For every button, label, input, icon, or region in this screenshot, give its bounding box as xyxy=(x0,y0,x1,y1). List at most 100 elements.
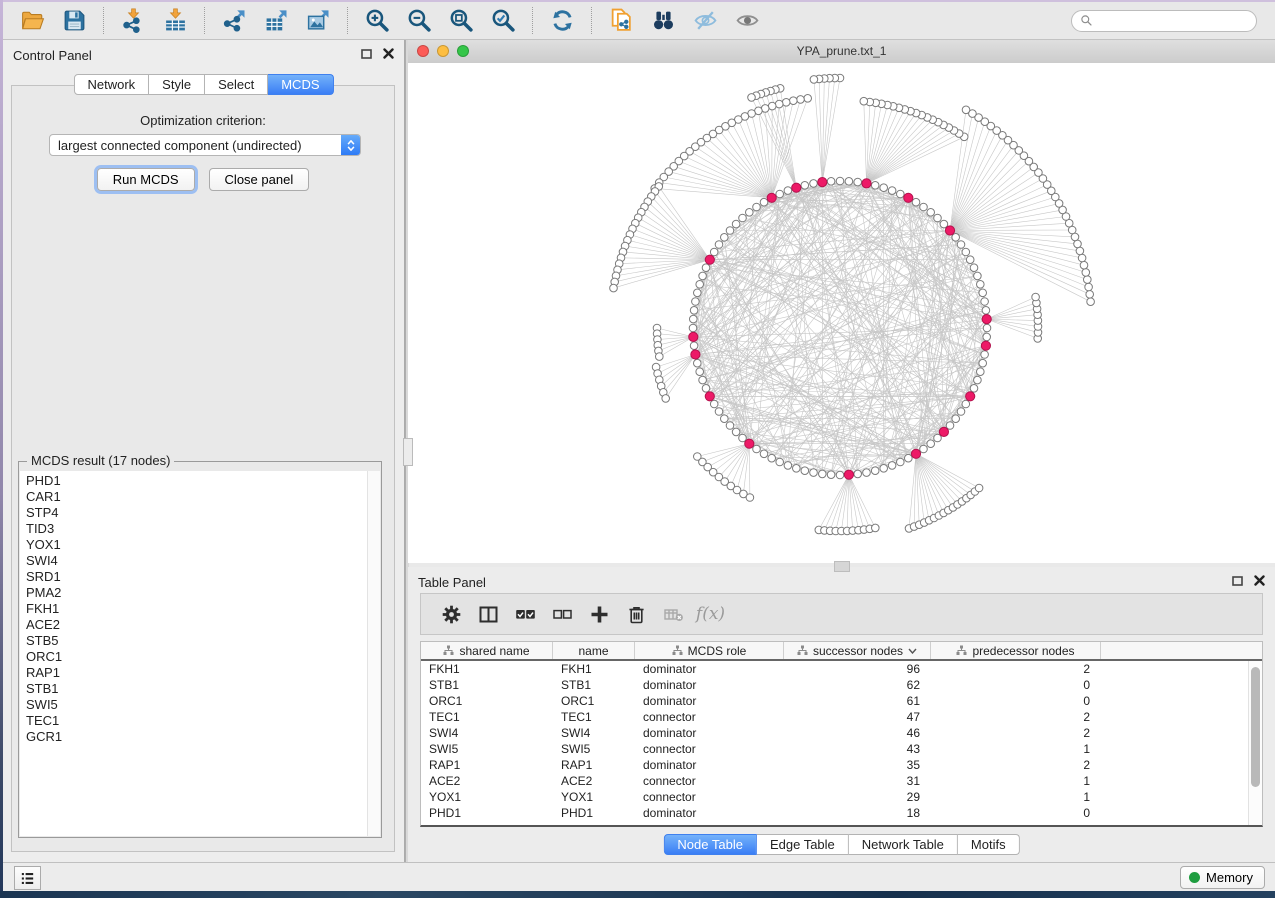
table-cell: 46 xyxy=(784,726,931,740)
select-all-columns-button[interactable] xyxy=(507,598,544,630)
result-node-item[interactable]: SRD1 xyxy=(20,569,368,585)
memory-button[interactable]: Memory xyxy=(1180,866,1265,889)
result-node-item[interactable]: YOX1 xyxy=(20,537,368,553)
result-node-item[interactable]: GCR1 xyxy=(20,729,368,745)
table-cell: 18 xyxy=(784,806,931,820)
column-header-successor-nodes[interactable]: successor nodes xyxy=(784,642,931,659)
column-layout-button[interactable] xyxy=(470,598,507,630)
optimization-criterion-select[interactable]: largest connected component (undirected) xyxy=(49,134,361,156)
table-scrollbar[interactable] xyxy=(1248,661,1262,825)
result-node-item[interactable]: CAR1 xyxy=(20,489,368,505)
table-cell: TEC1 xyxy=(421,710,553,724)
selected-criterion: largest connected component (undirected) xyxy=(50,138,341,153)
import-network-button[interactable] xyxy=(118,6,148,36)
search-box[interactable] xyxy=(1071,10,1257,32)
table-settings-button[interactable] xyxy=(433,598,470,630)
show-graphics-details-button[interactable] xyxy=(732,6,762,36)
list-icon xyxy=(19,870,36,887)
result-node-item[interactable]: SWI5 xyxy=(20,697,368,713)
show-panels-menu-button[interactable] xyxy=(14,866,41,890)
close-panel-action-button[interactable]: Close panel xyxy=(209,168,310,191)
deselect-all-columns-button[interactable] xyxy=(544,598,581,630)
mcds-result-list: PHD1CAR1STP4TID3YOX1SWI4SRD1PMA2FKH1ACE2… xyxy=(20,471,368,836)
column-header-predecessor-nodes[interactable]: predecessor nodes xyxy=(931,642,1101,659)
result-node-item[interactable]: SWI4 xyxy=(20,553,368,569)
table-row[interactable]: ORC1ORC1dominator610 xyxy=(421,693,1249,709)
table-row[interactable]: TEC1TEC1connector472 xyxy=(421,709,1249,725)
import-table-button[interactable] xyxy=(160,6,190,36)
result-node-item[interactable]: FKH1 xyxy=(20,601,368,617)
table-row[interactable]: RAP1RAP1dominator352 xyxy=(421,757,1249,773)
result-node-item[interactable]: PMA2 xyxy=(20,585,368,601)
result-node-item[interactable]: STB1 xyxy=(20,681,368,697)
result-node-item[interactable]: TEC1 xyxy=(20,713,368,729)
table-cell: dominator xyxy=(635,662,784,676)
zoom-in-button[interactable] xyxy=(362,6,392,36)
column-header-shared-name[interactable]: shared name xyxy=(421,642,553,659)
export-table-button[interactable] xyxy=(261,6,291,36)
save-session-button[interactable] xyxy=(59,6,89,36)
create-column-button[interactable] xyxy=(581,598,618,630)
table-scrollbar-thumb[interactable] xyxy=(1251,667,1260,787)
table-cell: ORC1 xyxy=(421,694,553,708)
select-all-columns-icon xyxy=(515,604,536,625)
tab-node-table[interactable]: Node Table xyxy=(663,834,757,855)
table-row[interactable]: SWI5SWI5connector431 xyxy=(421,741,1249,757)
tab-style[interactable]: Style xyxy=(149,74,205,95)
table-cell: 47 xyxy=(784,710,931,724)
maximize-window-button[interactable] xyxy=(457,45,469,57)
result-node-item[interactable]: ORC1 xyxy=(20,649,368,665)
toolbar-separator xyxy=(103,7,104,34)
result-node-item[interactable]: STB5 xyxy=(20,633,368,649)
result-node-item[interactable]: ACE2 xyxy=(20,617,368,633)
binoculars-button[interactable] xyxy=(648,6,678,36)
table-row[interactable]: PHD1PHD1dominator180 xyxy=(421,805,1249,821)
tab-edge-table[interactable]: Edge Table xyxy=(757,834,849,855)
result-node-item[interactable]: STP4 xyxy=(20,505,368,521)
zoom-selected-icon xyxy=(491,8,516,33)
table-row[interactable]: SWI4SWI4dominator462 xyxy=(421,725,1249,741)
minimize-window-button[interactable] xyxy=(437,45,449,57)
zoom-out-button[interactable] xyxy=(404,6,434,36)
open-session-button[interactable] xyxy=(17,6,47,36)
column-header-name[interactable]: name xyxy=(553,642,635,659)
zoom-selected-button[interactable] xyxy=(488,6,518,36)
float-table-panel-button[interactable] xyxy=(1232,576,1243,586)
save-session-icon xyxy=(62,8,87,33)
tab-motifs[interactable]: Motifs xyxy=(958,834,1020,855)
refresh-layout-button[interactable] xyxy=(547,6,577,36)
main-toolbar-icons xyxy=(11,6,768,36)
column-header-mcds-role[interactable]: MCDS role xyxy=(635,642,784,659)
tab-network-table[interactable]: Network Table xyxy=(849,834,958,855)
table-panel-window-buttons xyxy=(1232,575,1265,586)
result-node-item[interactable]: RAP1 xyxy=(20,665,368,681)
search-input[interactable] xyxy=(1098,12,1248,29)
close-window-button[interactable] xyxy=(417,45,429,57)
vertical-splitter-grip[interactable] xyxy=(403,438,413,466)
compare-networks-button[interactable] xyxy=(606,6,636,36)
binoculars-icon xyxy=(651,8,676,33)
table-row[interactable]: YOX1YOX1connector291 xyxy=(421,789,1249,805)
close-table-panel-button[interactable] xyxy=(1254,575,1265,586)
table-row[interactable]: STB1STB1dominator620 xyxy=(421,677,1249,693)
delete-column-button[interactable] xyxy=(618,598,655,630)
result-list-scrollbar[interactable] xyxy=(367,471,380,836)
table-row[interactable]: ACE2ACE2connector311 xyxy=(421,773,1249,789)
float-panel-button[interactable] xyxy=(361,49,372,59)
tab-select[interactable]: Select xyxy=(205,74,268,95)
tab-mcds[interactable]: MCDS xyxy=(268,74,333,95)
hide-graphics-details-button[interactable] xyxy=(690,6,720,36)
cytoscape-window: Control Panel NetworkStyleSelectMCDS Opt… xyxy=(0,0,1275,898)
run-mcds-button[interactable]: Run MCDS xyxy=(97,168,195,191)
result-node-item[interactable]: TID3 xyxy=(20,521,368,537)
column-label: MCDS role xyxy=(688,644,747,658)
zoom-fit-button[interactable] xyxy=(446,6,476,36)
tab-network[interactable]: Network xyxy=(73,74,149,95)
close-panel-button[interactable] xyxy=(383,48,394,59)
horizontal-splitter-grip[interactable] xyxy=(834,561,850,572)
export-image-button[interactable] xyxy=(303,6,333,36)
result-node-item[interactable]: PHD1 xyxy=(20,473,368,489)
table-row[interactable]: FKH1FKH1dominator962 xyxy=(421,661,1249,677)
export-network-button[interactable] xyxy=(219,6,249,36)
network-canvas[interactable] xyxy=(408,63,1275,563)
